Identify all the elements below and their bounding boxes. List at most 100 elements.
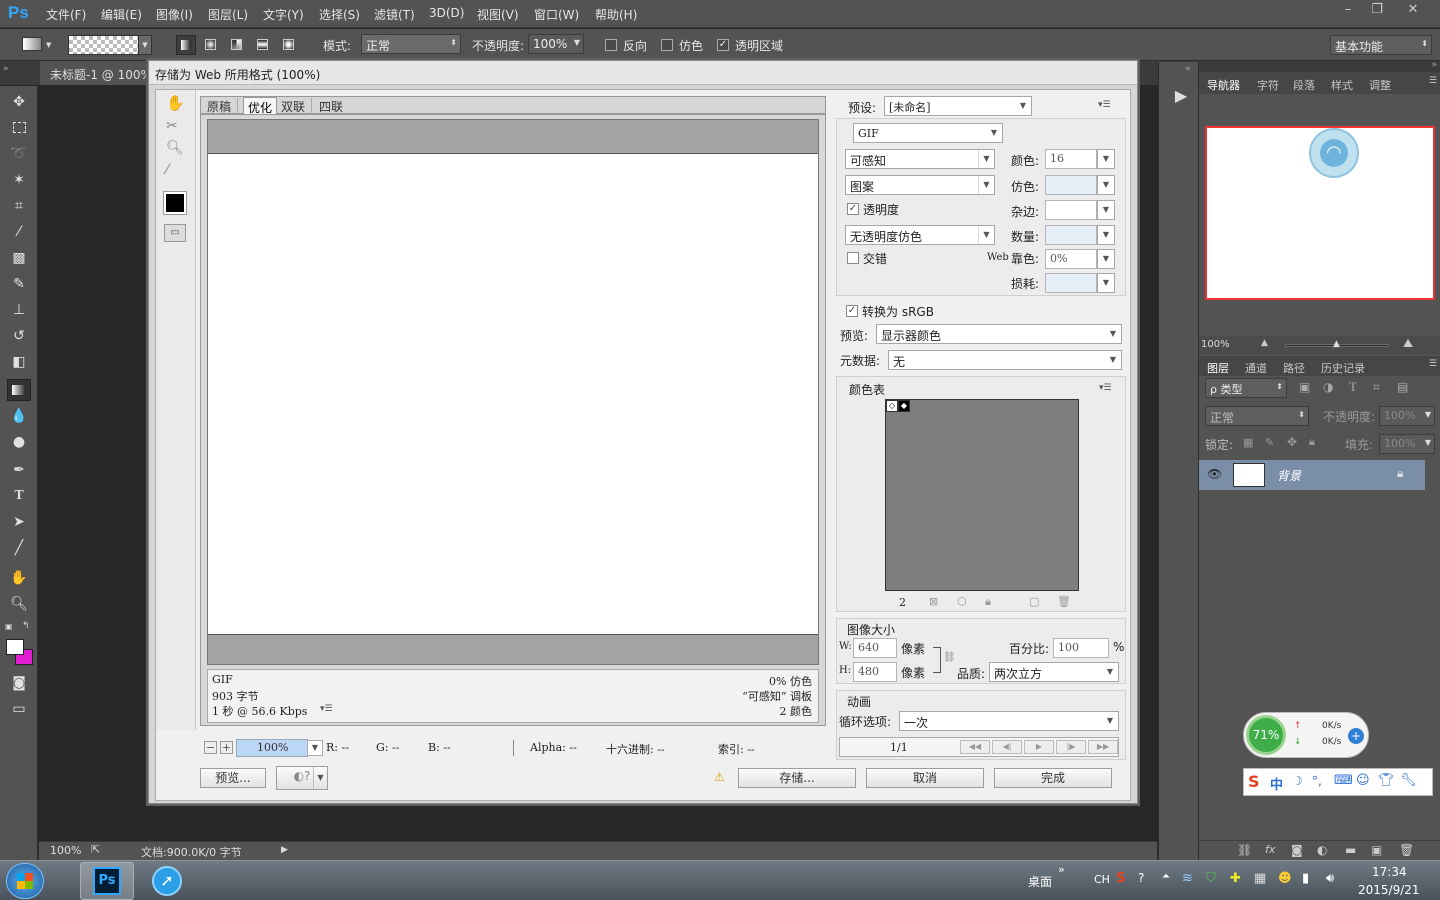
color-table-grid[interactable]: ◇ ◆ — [885, 399, 1079, 591]
next-frame-icon[interactable]: |▶ — [1056, 740, 1086, 754]
taskbar-photoshop[interactable]: Ps — [80, 862, 134, 900]
tab-character[interactable]: 字符 — [1257, 77, 1279, 93]
taskbar-browser[interactable]: ➚ — [140, 862, 194, 900]
filter-pixel-icon[interactable]: ▣ — [1299, 380, 1310, 394]
color-swatch-transparent[interactable]: ◇ — [886, 400, 898, 412]
panel-menu-icon[interactable]: ☰ — [1429, 76, 1437, 86]
color-table-menu-icon[interactable]: ▾☰ — [1099, 383, 1112, 393]
sogou-tray-icon[interactable]: S — [1116, 871, 1125, 886]
lock-color-icon[interactable]: 🔒︎ — [985, 595, 991, 609]
link-icon[interactable]: ⛓ — [943, 652, 956, 663]
web-shift-icon[interactable]: ⬡ — [957, 595, 967, 608]
line-tool-icon[interactable]: ╱ — [7, 537, 31, 559]
matte-dropdown[interactable]: ▼ — [1097, 200, 1115, 220]
swap-colors-icon[interactable]: ↰ — [22, 621, 30, 631]
skin-icon[interactable]: 👕︎ — [1378, 773, 1395, 788]
reflected-gradient-icon[interactable] — [253, 35, 273, 55]
preview-button[interactable]: 预览... — [200, 768, 266, 788]
hand-tool-icon[interactable]: ✋ — [166, 94, 185, 112]
preview-select[interactable]: 显示器颜色 ▼ — [876, 324, 1122, 344]
delete-color-icon[interactable]: 🗑︎ — [1057, 595, 1071, 608]
desktop-toolbar[interactable]: 桌面 — [1028, 873, 1052, 890]
tab-styles[interactable]: 样式 — [1331, 77, 1353, 93]
tab-4-up[interactable]: 四联 — [319, 98, 343, 115]
eyedropper-icon[interactable]: ⁄ — [166, 162, 168, 178]
filter-adjustment-icon[interactable]: ◑ — [1323, 380, 1333, 394]
color-reduction-select[interactable]: 可感知 ▼ — [845, 149, 995, 169]
angle-gradient-icon[interactable] — [227, 35, 247, 55]
chevron-down-icon[interactable]: ▼ — [46, 41, 51, 49]
dither-algorithm-select[interactable]: 图案 ▼ — [845, 175, 995, 195]
collapse-icon[interactable]: » — [3, 64, 9, 74]
height-input[interactable]: 480 — [853, 662, 897, 682]
collapse-icon[interactable]: « — [1185, 64, 1191, 74]
save-button[interactable]: 存储... — [738, 768, 856, 788]
diamond-gradient-icon[interactable] — [279, 35, 299, 55]
menu-image[interactable]: 图像(I) — [156, 6, 193, 23]
filter-smart-object-icon[interactable]: ▤ — [1397, 380, 1408, 394]
layer-row-background[interactable]: 👁︎ 背景 🔒︎ — [1199, 460, 1425, 490]
filter-shape-icon[interactable]: ⌗ — [1373, 380, 1380, 395]
magic-wand-icon[interactable]: ✶ — [7, 169, 31, 191]
clock-date[interactable]: 2015/9/21 — [1358, 883, 1420, 897]
zoom-in-icon[interactable]: ⛰ — [1403, 336, 1413, 351]
lasso-tool-icon[interactable]: ➰ — [7, 143, 31, 165]
colors-input[interactable]: 16 — [1045, 149, 1097, 169]
navigator-zoom-value[interactable]: 100% — [1201, 339, 1230, 350]
tab-navigator[interactable]: 导航器 — [1207, 77, 1240, 93]
menu-3d[interactable]: 3D(D) — [429, 6, 464, 20]
halfwidth-icon[interactable]: ☽ — [1292, 774, 1303, 788]
lock-move-icon[interactable]: ✥ — [1287, 435, 1297, 449]
dither-checkbox[interactable] — [661, 39, 673, 51]
amount-input[interactable] — [1045, 225, 1097, 245]
path-selection-icon[interactable]: ➤ — [7, 511, 31, 533]
status-menu-arrow-icon[interactable]: ▶ — [281, 845, 288, 855]
last-frame-icon[interactable]: ▶▶ — [1088, 740, 1118, 754]
slider-thumb-icon[interactable]: ▲ — [1333, 339, 1340, 349]
security-shield-icon[interactable]: ⛉ — [1206, 871, 1216, 886]
blend-mode-select[interactable]: 正常 ⬍ — [1205, 406, 1309, 426]
restore-button[interactable]: ❐ — [1362, 0, 1392, 20]
navigator-preview[interactable]: ◠ — [1205, 126, 1435, 300]
type-tool-icon[interactable]: T — [7, 485, 31, 507]
adjustment-layer-icon[interactable]: ◐ — [1317, 843, 1327, 857]
zoom-tool-icon[interactable]: 🔍︎ — [166, 140, 184, 156]
punctuation-icon[interactable]: °, — [1312, 774, 1322, 788]
menu-edit[interactable]: 编辑(E) — [101, 6, 142, 23]
eyedropper-icon[interactable]: ⁄ — [7, 221, 31, 243]
crop-tool-icon[interactable]: ⌗ — [7, 195, 31, 217]
eraser-icon[interactable]: ◧ — [7, 351, 31, 373]
web-snap-dropdown[interactable]: ▼ — [1097, 249, 1115, 269]
interlaced-checkbox[interactable] — [847, 252, 859, 264]
visibility-eye-icon[interactable]: 👁︎ — [1207, 467, 1222, 481]
lossy-dropdown[interactable]: ▼ — [1097, 273, 1115, 293]
tab-2-up[interactable]: 双联 — [281, 98, 313, 115]
mode-select[interactable]: 正常 ⬍ — [361, 34, 461, 54]
brush-tool-icon[interactable]: ✎ — [7, 273, 31, 295]
keyboard-icon[interactable]: ⌨ — [1334, 773, 1353, 788]
tool-preset-icon[interactable] — [22, 37, 42, 51]
pen-tool-icon[interactable]: ✒ — [7, 459, 31, 481]
reverse-checkbox[interactable] — [605, 39, 617, 51]
tab-paragraph[interactable]: 段落 — [1293, 77, 1315, 93]
language-indicator[interactable]: CH — [1094, 873, 1110, 886]
network-monitor-widget[interactable]: 71% ↑ 0K/s ↓ 0K/s + — [1243, 712, 1369, 758]
menu-help[interactable]: 帮助(H) — [595, 6, 637, 23]
first-frame-icon[interactable]: ◀◀ — [960, 740, 990, 754]
delete-layer-icon[interactable]: 🗑︎ — [1399, 843, 1414, 857]
workspace-select[interactable]: 基本功能 ⬍ — [1330, 35, 1432, 55]
export-icon[interactable]: ⇱ — [91, 843, 100, 856]
app-tray-icon[interactable]: ✚ — [1230, 871, 1241, 886]
link-layers-icon[interactable]: ⛓ — [1237, 843, 1252, 857]
sogou-logo-icon[interactable]: S — [1248, 772, 1260, 791]
tab-original[interactable]: 原稿 — [207, 98, 239, 115]
filter-type-icon[interactable]: T — [1349, 379, 1357, 395]
web-snap-input[interactable]: 0% — [1045, 249, 1097, 269]
user-icon[interactable]: ☺ — [1356, 773, 1370, 788]
layer-style-icon[interactable]: fx — [1265, 843, 1275, 856]
fill-input[interactable]: 100% ▼ — [1379, 434, 1435, 454]
healing-brush-icon[interactable]: ▩ — [7, 247, 31, 269]
previous-frame-icon[interactable]: ◀| — [992, 740, 1022, 754]
status-zoom[interactable]: 100% — [50, 844, 81, 857]
menu-layer[interactable]: 图层(L) — [208, 6, 248, 23]
